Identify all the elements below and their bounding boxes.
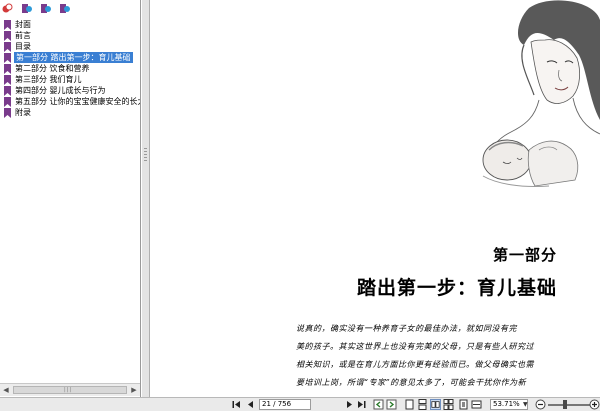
bookmark-item[interactable]: 第一部分 踏出第一步：育儿基础 xyxy=(0,52,140,63)
facing-view-icon[interactable] xyxy=(430,399,441,410)
bookmark-label: 第三部分 我们育儿 xyxy=(15,75,82,84)
bookmark-flag-icon xyxy=(4,42,11,52)
bookmark-list: 封面前言目录 第一部分 踏出第一步：育儿基础 第二部分 饮食和营养 第三部分 我们育儿… xyxy=(0,19,141,118)
page-number-field[interactable]: 21 / 756 xyxy=(259,399,311,410)
add-bookmark-icon[interactable] xyxy=(21,3,32,14)
bookmark-item[interactable]: 附录 xyxy=(0,107,140,118)
status-bar: 21 / 756 53.71% ▼ xyxy=(0,397,600,411)
body-line: 说真的，确实没有一种养育子女的最佳办法，就如同没有完 xyxy=(296,324,517,333)
bookmark-flag-icon xyxy=(4,53,11,63)
continuous-view-icon[interactable] xyxy=(417,399,428,410)
body-text: 说真的，确实没有一种养育子女的最佳办法，就如同没有完 美的孩子。其实这世界上也没… xyxy=(296,320,564,392)
last-page-icon[interactable] xyxy=(357,400,366,409)
bookmark-flag-icon xyxy=(4,75,11,85)
bookmark-label: 第二部分 饮食和营养 xyxy=(15,64,90,73)
mother-and-baby-illustration xyxy=(482,0,600,187)
previous-view-icon[interactable] xyxy=(373,399,384,410)
document-page: 第一部分 踏出第一步：育儿基础 说真的，确实没有一种养育子女的最佳办法，就如同没… xyxy=(151,0,600,397)
zoom-slider-track[interactable] xyxy=(548,404,592,406)
bookmark-label: 第五部分 让你的宝宝健康安全的长大 xyxy=(15,97,141,106)
zoom-slider-thumb[interactable] xyxy=(563,400,567,409)
bookmark-item[interactable]: 封面 xyxy=(0,19,140,30)
single-page-view-icon[interactable] xyxy=(404,399,415,410)
splitter-grip-icon xyxy=(144,148,147,162)
bookmark-item[interactable]: 第三部分 我们育儿 xyxy=(0,74,140,85)
body-line: 相关知识，或是在育儿方面比你更有经验而已。做父母确实也需 xyxy=(296,360,534,369)
expand-bookmark-icon[interactable] xyxy=(2,3,13,14)
bookmark-flag-icon xyxy=(4,108,11,118)
first-page-icon[interactable] xyxy=(232,400,241,409)
bookmark-item[interactable]: 第四部分 婴儿成长与行为 xyxy=(0,85,140,96)
bookmark-flag-icon xyxy=(4,64,11,74)
fit-width-icon[interactable] xyxy=(471,399,482,410)
scroll-right-icon[interactable]: ▶ xyxy=(128,384,140,396)
bookmark-flag-icon xyxy=(4,31,11,41)
part-heading: 第一部分 xyxy=(492,246,557,264)
bookmark-item[interactable]: 第二部分 饮食和营养 xyxy=(0,63,140,74)
bookmark-label: 前言 xyxy=(15,31,31,40)
scroll-left-icon[interactable]: ◀ xyxy=(0,384,12,396)
fit-page-icon[interactable] xyxy=(458,399,469,410)
part-title: 踏出第一步：育儿基础 xyxy=(356,277,557,299)
previous-page-icon[interactable] xyxy=(246,400,255,409)
zoom-out-icon[interactable] xyxy=(535,399,546,410)
bookmarks-panel: 封面前言目录 第一部分 踏出第一步：育儿基础 第二部分 饮食和营养 第三部分 我们育儿… xyxy=(0,0,141,397)
bookmark-label: 第四部分 婴儿成长与行为 xyxy=(15,86,106,95)
continuous-facing-view-icon[interactable] xyxy=(443,399,454,410)
body-line: 美的孩子。其实这世界上也没有完美的父母，只是有些人研究过 xyxy=(296,342,534,351)
panel-splitter[interactable] xyxy=(142,0,150,397)
bookmark-item[interactable]: 目录 xyxy=(0,41,140,52)
zoom-in-icon[interactable] xyxy=(589,399,600,410)
bookmark-item[interactable]: 第五部分 让你的宝宝健康安全的长大 xyxy=(0,96,141,107)
bookmark-flag-icon xyxy=(4,20,11,30)
delete-bookmark-icon[interactable] xyxy=(59,3,70,14)
sidebar-horizontal-scrollbar[interactable]: ◀ ||| ▶ xyxy=(0,383,140,396)
bookmark-label: 第一部分 踏出第一步：育儿基础 xyxy=(14,52,133,63)
body-line: 要培训上岗，所谓“专家”的意见太多了，可能会干扰你作为新 xyxy=(296,378,527,387)
bookmark-label: 目录 xyxy=(15,42,31,51)
bookmarks-toolbar xyxy=(0,2,140,16)
bookmark-options-icon[interactable] xyxy=(40,3,51,14)
bookmark-flag-icon xyxy=(4,97,11,107)
next-page-icon[interactable] xyxy=(345,400,354,409)
bookmark-label: 附录 xyxy=(15,108,31,117)
bookmark-item[interactable]: 前言 xyxy=(0,30,140,41)
zoom-dropdown-icon[interactable]: ▼ xyxy=(523,401,528,408)
bookmark-label: 封面 xyxy=(15,20,31,29)
scrollbar-grip-icon: ||| xyxy=(64,387,73,393)
next-view-icon[interactable] xyxy=(386,399,397,410)
bookmark-flag-icon xyxy=(4,86,11,96)
